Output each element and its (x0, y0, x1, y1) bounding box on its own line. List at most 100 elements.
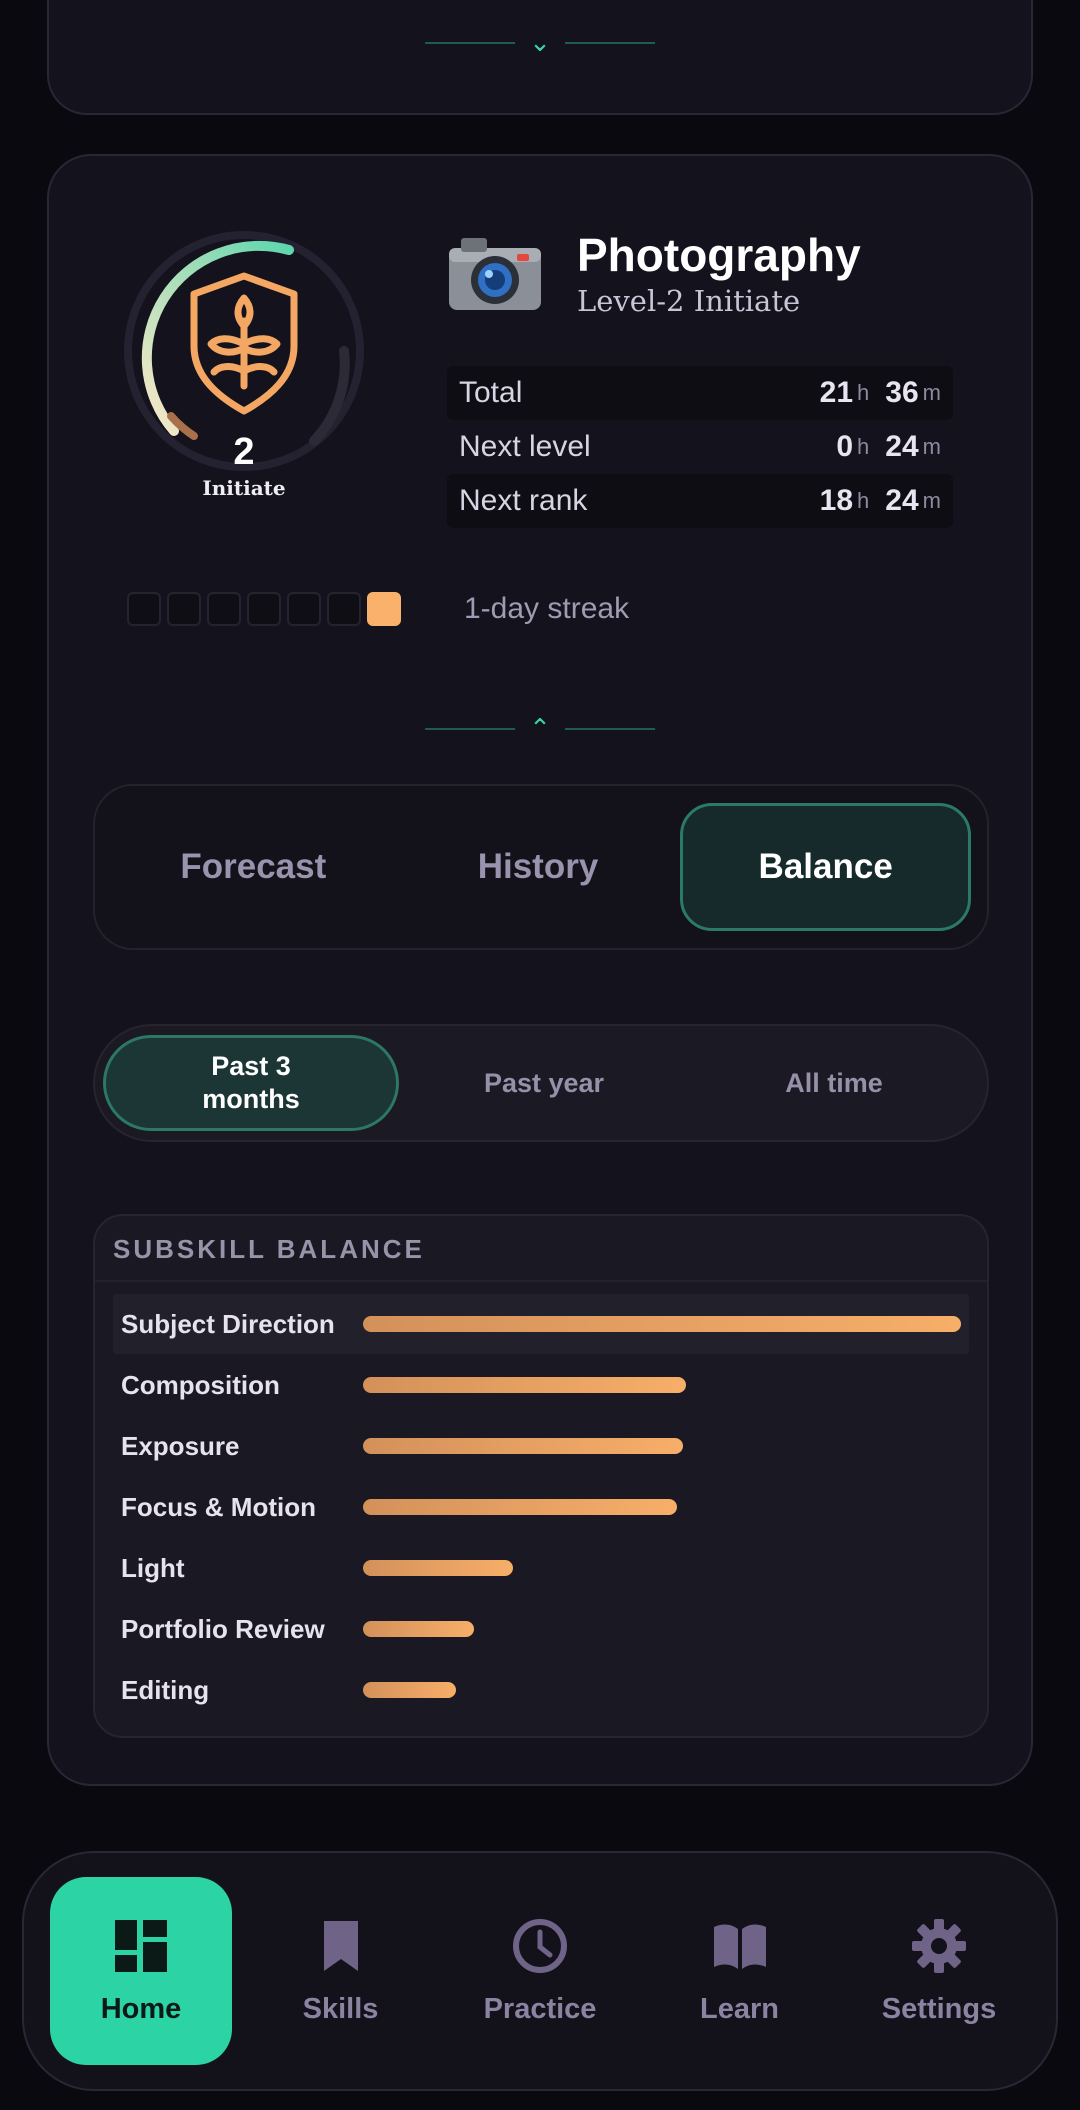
subskill-bar (363, 1560, 513, 1576)
stat-hours: 21 (819, 376, 854, 409)
nav-practice[interactable]: Practice (449, 1877, 631, 2065)
chevron-down-icon: ⌄ (529, 28, 551, 58)
hours-unit: h (857, 434, 870, 459)
streak-day (167, 592, 201, 626)
level-ring: 2 Initiate (119, 226, 369, 500)
nav-label: Learn (700, 1992, 779, 2025)
stat-row-total: Total 21 h 36 m (447, 366, 953, 420)
subskill-bar (363, 1377, 686, 1393)
divider-line (425, 42, 516, 44)
divider-line (425, 728, 516, 730)
subskill-label: Portfolio Review (121, 1613, 325, 1644)
subskill-bar-track (363, 1377, 961, 1393)
previous-skill-card: ⌄ (47, 0, 1033, 115)
chevron-up-icon: ⌃ (529, 714, 551, 744)
balance-title: SUBSKILL BALANCE (113, 1234, 425, 1264)
subskill-row[interactable]: Exposure (113, 1416, 969, 1476)
subskill-bar (363, 1499, 677, 1515)
collapse-toggle[interactable]: ⌃ (425, 716, 655, 742)
bookmark-icon (323, 1920, 358, 1971)
subskill-bar-track (363, 1682, 961, 1698)
streak-day (127, 592, 161, 626)
stat-label: Next level (459, 430, 591, 463)
subskill-bar (363, 1316, 961, 1332)
stat-row-next-rank: Next rank 18 h 24 m (447, 474, 953, 528)
divider (95, 1280, 987, 1282)
nav-learn[interactable]: Learn (649, 1877, 831, 2065)
stat-label: Total (459, 376, 523, 409)
subskill-label: Editing (121, 1674, 210, 1705)
subskill-bar (363, 1621, 474, 1637)
streak-day (247, 592, 281, 626)
subskill-bar-track (363, 1560, 961, 1576)
range-all-time[interactable]: All time (689, 1035, 979, 1131)
subskill-label: Subject Direction (121, 1308, 335, 1339)
subskill-balance-panel: SUBSKILL BALANCE Subject Direction Compos… (93, 1214, 989, 1738)
subskill-bar-track (363, 1316, 961, 1332)
hours-unit: h (857, 380, 870, 405)
divider-line (564, 42, 655, 44)
subskill-row[interactable]: Subject Direction (113, 1294, 969, 1354)
stat-row-next-level: Next level 0h 24 m (447, 420, 953, 474)
hours-unit: h (857, 488, 870, 513)
skill-title: Photography (577, 229, 861, 281)
minutes-unit: m (922, 488, 941, 513)
range-past-3-months[interactable]: Past 3 months (103, 1035, 399, 1131)
stat-label: Next rank (459, 484, 588, 517)
stat-minutes: 24 (885, 484, 919, 517)
streak-day (287, 592, 321, 626)
tab-history[interactable]: History (396, 803, 681, 931)
view-tabs: Forecast History Balance (93, 784, 989, 950)
nav-label: Home (100, 1992, 182, 2025)
divider-line (564, 728, 655, 730)
subskill-row[interactable]: Focus & Motion (113, 1477, 969, 1537)
subskill-bar-track (363, 1621, 961, 1637)
nav-label: Skills (302, 1992, 379, 2025)
subskill-row[interactable]: Editing (113, 1660, 969, 1720)
gear-icon (912, 1918, 966, 1973)
subskill-label: Composition (121, 1369, 280, 1400)
stat-hours: 0 (836, 430, 854, 463)
range-past-year[interactable]: Past year (399, 1035, 689, 1131)
nav-home[interactable]: Home (50, 1877, 232, 2065)
tab-forecast[interactable]: Forecast (111, 803, 396, 931)
shield-icon (190, 272, 298, 415)
streak-boxes (127, 592, 401, 626)
bottom-nav: Home Skills Practice Learn Settings (22, 1851, 1058, 2091)
subskill-row[interactable]: Light (113, 1538, 969, 1598)
nav-label: Practice (483, 1992, 597, 2025)
subskill-bar-track (363, 1438, 961, 1454)
nav-skills[interactable]: Skills (250, 1877, 432, 2065)
tab-balance[interactable]: Balance (680, 803, 972, 931)
subskill-row[interactable]: Composition (113, 1355, 969, 1415)
nav-label: Settings (881, 1992, 997, 2025)
expand-toggle[interactable]: ⌄ (425, 30, 655, 56)
clock-icon (513, 1918, 567, 1973)
streak-day-active (367, 592, 401, 626)
subskill-row[interactable]: Portfolio Review (113, 1599, 969, 1659)
subskill-bar (363, 1438, 683, 1454)
skill-card: 2 Initiate Photography Level-2 Initiate … (47, 154, 1033, 1786)
stat-minutes: 24 (885, 430, 919, 463)
minutes-unit: m (922, 380, 941, 405)
skill-subtitle: Level-2 Initiate (577, 284, 801, 318)
streak-label: 1-day streak (464, 592, 630, 625)
level-number: 2 (233, 431, 255, 473)
streak-day (207, 592, 241, 626)
nav-settings[interactable]: Settings (848, 1877, 1030, 2065)
time-range-selector: Past 3 months Past year All time (93, 1024, 989, 1142)
minutes-unit: m (922, 434, 941, 459)
subskill-bar (363, 1682, 456, 1698)
subskill-label: Focus & Motion (121, 1491, 316, 1522)
subskill-bar-track (363, 1499, 961, 1515)
subskill-label: Light (121, 1552, 185, 1583)
subskill-label: Exposure (121, 1430, 240, 1461)
camera-icon (449, 238, 541, 310)
level-label: Initiate (202, 476, 286, 500)
time-stats: Total 21 h 36 m Next level 0h 24 m Next ran… (447, 366, 953, 528)
streak-day (327, 592, 361, 626)
book-icon (713, 1924, 766, 1969)
stat-hours: 18 (819, 484, 854, 517)
dashboard-icon (115, 1919, 167, 1972)
stat-minutes: 36 (885, 376, 919, 409)
